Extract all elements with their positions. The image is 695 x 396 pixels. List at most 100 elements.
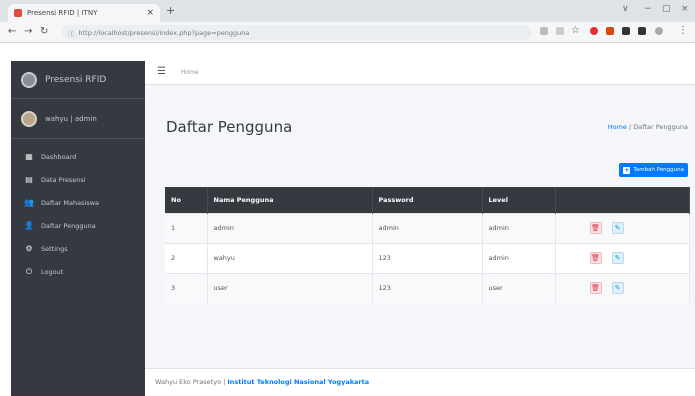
breadcrumb: Home / Daftar Pengguna bbox=[608, 123, 688, 131]
edit-icon: ✎ bbox=[614, 224, 621, 232]
cell-nama: wahyu bbox=[207, 242, 373, 273]
calendar-icon: ▤ bbox=[25, 175, 33, 184]
trash-icon: 🗑 bbox=[591, 254, 600, 262]
footer-org-link[interactable]: Institut Teknologi Nasional Yogyakarta bbox=[227, 378, 369, 386]
edit-icon: ✎ bbox=[614, 284, 621, 293]
cell-password: admin bbox=[372, 212, 483, 243]
cell-nama: user bbox=[207, 272, 373, 303]
cell-level: admin bbox=[482, 212, 556, 243]
close-window-icon[interactable]: × bbox=[681, 4, 689, 14]
sidebar-menu: ▦ Dashboard ▤ Data Presensi 👥 Daftar Mah… bbox=[11, 139, 145, 283]
browser-tab[interactable]: Presensi RFID | ITNY × bbox=[8, 4, 160, 22]
breadcrumb-home-link[interactable]: Home bbox=[608, 123, 627, 131]
sidebar-item-settings[interactable]: ⚙ Settings bbox=[11, 237, 145, 260]
tab-close-icon[interactable]: × bbox=[146, 8, 154, 18]
sidebar-item-logout[interactable]: ⏻ Logout bbox=[11, 260, 145, 283]
cell-level: user bbox=[482, 272, 556, 303]
tab-search-icon[interactable]: ∨ bbox=[622, 4, 629, 14]
sidebar: Presensi RFID wahyu | admin ▦ Dashboard … bbox=[11, 61, 145, 396]
brand-logo bbox=[21, 71, 37, 88]
brand-text: Presensi RFID bbox=[45, 74, 107, 85]
edit-button[interactable]: ✎ bbox=[611, 252, 624, 264]
translate-icon[interactable] bbox=[540, 27, 548, 35]
power-icon: ⏻ bbox=[25, 266, 33, 276]
column-header-nama: Nama Pengguna bbox=[207, 187, 373, 213]
edit-icon: ✎ bbox=[614, 254, 621, 262]
cell-no: 1 bbox=[165, 212, 208, 243]
cell-actions: 🗑 ✎ bbox=[555, 242, 690, 273]
user-panel[interactable]: wahyu | admin bbox=[11, 99, 145, 139]
plus-icon: + bbox=[623, 166, 631, 174]
sidebar-item-label: Logout bbox=[41, 267, 64, 276]
cell-nama: admin bbox=[207, 212, 373, 243]
table-row: 3 user 123 user 🗑 ✎ bbox=[165, 272, 690, 303]
share-icon[interactable] bbox=[556, 27, 564, 35]
cell-no: 3 bbox=[165, 272, 208, 303]
user-icon: 👤 bbox=[24, 221, 34, 230]
sidebar-item-label: Settings bbox=[41, 244, 68, 253]
sidepanel-icon[interactable] bbox=[638, 27, 646, 35]
tab-title: Presensi RFID | ITNY bbox=[27, 9, 98, 17]
add-user-label: Tambah Pengguna bbox=[633, 167, 684, 173]
users-table: No Nama Pengguna Password Level 1 admin … bbox=[165, 187, 690, 303]
cell-actions: 🗑 ✎ bbox=[555, 272, 690, 303]
page-title: Daftar Pengguna bbox=[166, 118, 293, 136]
sidebar-item-label: Data Presensi bbox=[41, 175, 86, 184]
avatar bbox=[21, 110, 37, 127]
gear-icon: ⚙ bbox=[25, 244, 33, 253]
top-navbar: ☰ Home bbox=[145, 61, 695, 85]
table-row: 1 admin admin admin 🗑 ✎ bbox=[165, 212, 690, 243]
browser-tab-bar: Presensi RFID | ITNY × + ∨ − ▢ × bbox=[0, 0, 695, 22]
delete-button[interactable]: 🗑 bbox=[589, 252, 602, 264]
column-header-actions bbox=[555, 187, 690, 213]
breadcrumb-separator: / bbox=[629, 123, 632, 131]
table-header-row: No Nama Pengguna Password Level bbox=[165, 187, 690, 213]
forward-icon[interactable]: → bbox=[24, 26, 32, 37]
profile-icon[interactable] bbox=[655, 27, 663, 35]
trash-icon: 🗑 bbox=[591, 224, 600, 232]
opera-extension-icon[interactable] bbox=[590, 27, 598, 35]
sidebar-item-dashboard[interactable]: ▦ Dashboard bbox=[11, 145, 145, 168]
footer: Wahyu Eko Prasetyo | Institut Teknologi … bbox=[145, 368, 695, 396]
url-text: http://localhost/presensi/index.php?page… bbox=[78, 28, 250, 37]
edit-button[interactable]: ✎ bbox=[611, 282, 624, 295]
sidebar-item-data-presensi[interactable]: ▤ Data Presensi bbox=[11, 168, 145, 191]
bookmark-star-icon[interactable]: ☆ bbox=[571, 25, 580, 36]
site-info-icon[interactable]: ⓘ bbox=[68, 28, 75, 38]
reload-icon[interactable]: ↻ bbox=[40, 26, 48, 37]
address-bar[interactable]: ⓘ http://localhost/presensi/index.php?pa… bbox=[62, 25, 532, 40]
extensions-puzzle-icon[interactable] bbox=[622, 27, 630, 35]
maximize-icon[interactable]: ▢ bbox=[662, 4, 671, 14]
browser-menu-icon[interactable]: ⋮ bbox=[678, 25, 688, 36]
cell-password: 123 bbox=[372, 272, 483, 303]
sidebar-item-label: Daftar Mahasiswa bbox=[41, 198, 100, 207]
delete-button[interactable]: 🗑 bbox=[589, 282, 602, 295]
cell-actions: 🗑 ✎ bbox=[555, 212, 690, 243]
brand-link[interactable]: Presensi RFID bbox=[11, 61, 145, 99]
minimize-icon[interactable]: − bbox=[644, 4, 652, 14]
users-icon: 👥 bbox=[24, 198, 34, 207]
extension-icon[interactable] bbox=[606, 27, 614, 35]
cell-password: 123 bbox=[372, 242, 483, 273]
sidebar-item-daftar-mahasiswa[interactable]: 👥 Daftar Mahasiswa bbox=[11, 191, 145, 214]
table-row: 2 wahyu 123 admin 🗑 ✎ bbox=[165, 242, 690, 273]
add-user-button[interactable]: + Tambah Pengguna bbox=[619, 163, 688, 177]
column-header-password: Password bbox=[372, 187, 483, 213]
column-header-level: Level bbox=[482, 187, 556, 213]
trash-icon: 🗑 bbox=[591, 284, 600, 293]
navbar-home-link[interactable]: Home bbox=[181, 69, 199, 76]
sidebar-item-label: Daftar Pengguna bbox=[41, 221, 96, 230]
user-name: wahyu | admin bbox=[45, 114, 97, 123]
cell-no: 2 bbox=[165, 242, 208, 273]
delete-button[interactable]: 🗑 bbox=[589, 222, 602, 234]
sidebar-item-label: Dashboard bbox=[41, 152, 77, 161]
cell-level: admin bbox=[482, 242, 556, 273]
hamburger-menu-icon[interactable]: ☰ bbox=[157, 66, 166, 77]
back-icon[interactable]: ← bbox=[8, 26, 16, 37]
new-tab-button[interactable]: + bbox=[166, 4, 175, 17]
browser-toolbar: ← → ↻ ⓘ http://localhost/presensi/index.… bbox=[0, 22, 695, 43]
column-header-no: No bbox=[165, 187, 208, 213]
edit-button[interactable]: ✎ bbox=[611, 222, 624, 234]
breadcrumb-current: Daftar Pengguna bbox=[633, 123, 688, 131]
sidebar-item-daftar-pengguna[interactable]: 👤 Daftar Pengguna bbox=[11, 214, 145, 237]
